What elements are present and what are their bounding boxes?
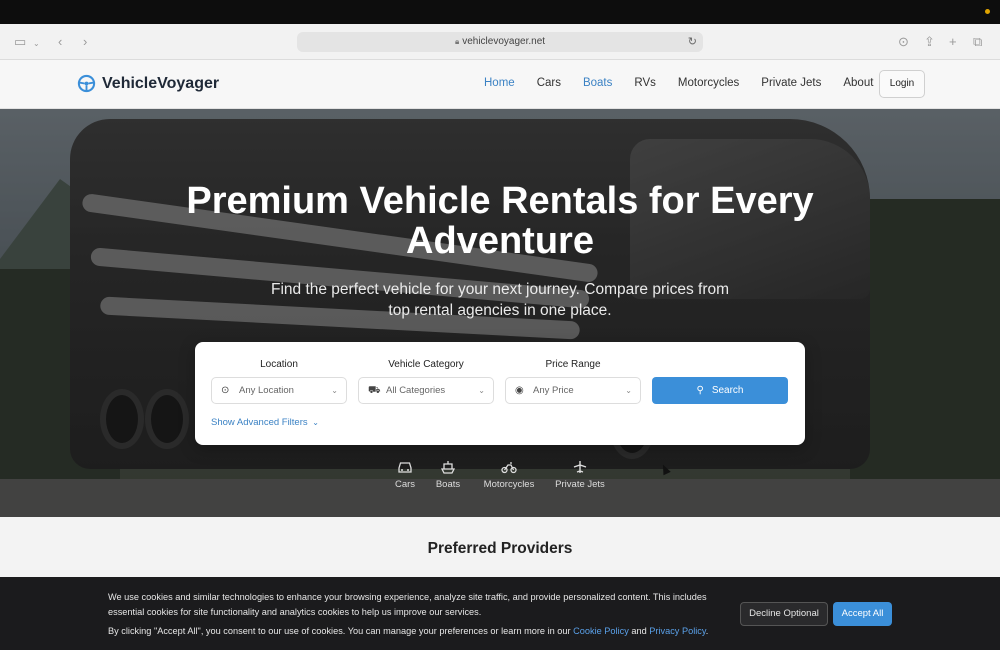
hero-title: Premium Vehicle Rentals for Every Advent… [186, 180, 814, 262]
nav-home[interactable]: Home [484, 77, 515, 89]
main-nav: Home Cars Boats RVs Motorcycles Private … [484, 77, 895, 89]
nav-private-jets[interactable]: Private Jets [761, 77, 821, 89]
chevron-down-icon: ⌄ [331, 386, 338, 395]
location-value: Any Location [239, 385, 294, 396]
location-label: Location [260, 359, 298, 370]
login-button[interactable]: Login [879, 70, 925, 98]
category-select[interactable]: ⛟ All Categories ⌄ [358, 377, 494, 404]
search-form: Location ⊙ Any Location ⌄ Vehicle Catego… [195, 342, 805, 445]
cookie-period: . [705, 626, 709, 636]
price-value: Any Price [533, 385, 574, 396]
browser-toolbar: ▭ ⌄ ‹ › 🔒︎ vehiclevoyager.net ↻ ⊙ ⇪ + ⧉ [0, 24, 1000, 60]
tab-overview-icon[interactable]: ⧉ [973, 35, 982, 49]
price-tag-icon: ◉ [515, 385, 524, 396]
cookie-description: We use cookies and similar technologies … [108, 592, 707, 617]
category-label: Cars [394, 479, 416, 490]
nav-motorcycles[interactable]: Motorcycles [678, 77, 739, 89]
category-boats[interactable]: Boats [432, 460, 464, 490]
chevron-down-icon: ⌄ [312, 418, 319, 427]
hero-section: Premium Vehicle Rentals for Every Advent… [0, 109, 1000, 517]
car-icon [398, 462, 412, 473]
providers-section: Preferred Providers [0, 517, 1000, 577]
chevron-down-icon[interactable]: ⌄ [33, 37, 40, 51]
category-private-jets[interactable]: Private Jets [553, 460, 607, 490]
address-bar[interactable]: 🔒︎ vehiclevoyager.net ↻ [297, 32, 703, 52]
status-dot-icon [985, 9, 990, 14]
privacy-policy-link[interactable]: Privacy Policy [649, 626, 706, 636]
steering-wheel-icon [77, 74, 96, 93]
motorcycle-icon [501, 462, 517, 474]
map-pin-icon: ⊙ [221, 385, 230, 396]
location-select[interactable]: ⊙ Any Location ⌄ [211, 377, 347, 404]
sidebar-toggle-icon[interactable]: ▭ [14, 35, 26, 49]
car-icon: ⛟ [368, 385, 381, 396]
nav-cars[interactable]: Cars [537, 77, 561, 89]
cookie-policy-link[interactable]: Cookie Policy [573, 626, 629, 636]
category-motorcycles[interactable]: Motorcycles [480, 460, 538, 490]
search-button[interactable]: ⚲ Search [652, 377, 788, 404]
search-button-label: Search [711, 385, 744, 396]
cookie-consent-text: By clicking "Accept All", you consent to… [108, 626, 728, 636]
back-icon[interactable]: ‹ [58, 35, 62, 49]
plane-icon [573, 461, 587, 473]
category-label: Boats [435, 479, 461, 490]
category-cars[interactable]: Cars [391, 460, 419, 490]
advanced-filters-label: Show Advanced Filters [211, 417, 308, 428]
url-text: vehiclevoyager.net [462, 36, 546, 47]
reload-icon[interactable]: ↻ [688, 32, 697, 52]
category-label: Vehicle Category [388, 359, 464, 370]
logo-text: VehicleVoyager [102, 74, 220, 92]
share-icon[interactable]: ⇪ [924, 35, 935, 49]
cookie-consent-prefix: By clicking "Accept All", you consent to… [108, 626, 571, 636]
boat-icon [440, 461, 456, 474]
hero-subtitle: Find the perfect vehicle for your next j… [270, 281, 730, 319]
category-value: All Categories [386, 385, 446, 396]
chevron-down-icon: ⌄ [478, 386, 485, 395]
cookie-and: and [631, 626, 647, 636]
price-label: Price Range [545, 359, 601, 370]
new-tab-icon[interactable]: + [949, 35, 957, 49]
category-label: Private Jets [555, 479, 605, 490]
os-menu-bar [0, 0, 1000, 24]
cookie-banner: We use cookies and similar technologies … [0, 577, 1000, 650]
chevron-down-icon: ⌄ [625, 386, 632, 395]
category-label: Motorcycles [483, 479, 535, 490]
decline-optional-button[interactable]: Decline Optional [740, 602, 828, 626]
forward-icon[interactable]: › [83, 35, 87, 49]
logo[interactable]: VehicleVoyager [77, 74, 219, 93]
advanced-filters-toggle[interactable]: Show Advanced Filters ⌄ [211, 417, 319, 428]
lock-icon: 🔒︎ [454, 37, 460, 46]
section-title: Preferred Providers [427, 540, 573, 557]
accept-all-button[interactable]: Accept All [833, 602, 892, 626]
nav-rvs[interactable]: RVs [634, 77, 656, 89]
search-icon: ⚲ [696, 385, 704, 396]
site-header: VehicleVoyager Home Cars Boats RVs Motor… [0, 60, 1000, 109]
price-select[interactable]: ◉ Any Price ⌄ [505, 377, 641, 404]
nav-about[interactable]: About [843, 77, 873, 89]
download-icon[interactable]: ⊙ [898, 35, 909, 49]
nav-boats[interactable]: Boats [583, 77, 612, 89]
